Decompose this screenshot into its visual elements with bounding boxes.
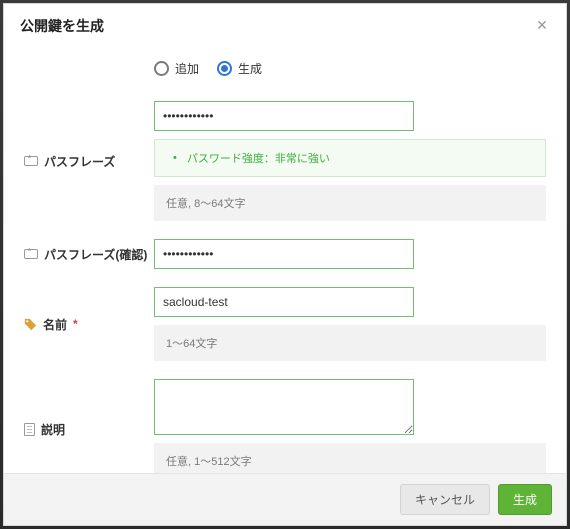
row-passphrase: パスフレーズ パスワード強度：非常に強い 任意, 8〜64文字 <box>4 95 566 227</box>
mode-radio-add[interactable]: 追加 <box>154 60 199 77</box>
password-strength: パスワード強度：非常に強い <box>154 139 546 177</box>
description-input[interactable] <box>154 379 414 435</box>
row-description: 説明 任意, 1〜512文字 <box>4 373 566 473</box>
field-label: 説明 <box>41 421 65 438</box>
key-icon <box>24 249 38 259</box>
dialog-footer: キャンセル 生成 <box>4 473 566 525</box>
row-passphrase-confirm: パスフレーズ(確認) <box>4 233 566 275</box>
hint-description: 任意, 1〜512文字 <box>154 443 546 473</box>
strength-text: パスワード強度：非常に強い <box>187 150 330 166</box>
label-description: 説明 <box>24 421 154 438</box>
key-icon <box>24 156 38 166</box>
radio-icon <box>217 61 232 76</box>
field-label: パスフレーズ <box>44 153 115 170</box>
radio-label: 生成 <box>238 60 262 77</box>
hint-name: 1〜64文字 <box>154 325 546 361</box>
tag-icon <box>24 318 37 331</box>
mode-radio-group: 追加 生成 <box>4 50 566 95</box>
close-icon[interactable]: ✕ <box>534 18 550 34</box>
row-name: 名前 * 1〜64文字 <box>4 281 566 367</box>
dialog-title: 公開鍵を生成 <box>20 16 104 36</box>
generate-public-key-dialog: 公開鍵を生成 ✕ 追加 生成 パスフレーズ <box>3 3 567 526</box>
label-passphrase-confirm: パスフレーズ(確認) <box>24 246 154 263</box>
document-icon <box>24 423 35 436</box>
dialog-body: 追加 生成 パスフレーズ パスワード強度：非常に強い <box>4 46 566 473</box>
radio-label: 追加 <box>175 60 199 77</box>
passphrase-confirm-input[interactable] <box>154 239 414 269</box>
passphrase-input[interactable] <box>154 101 414 131</box>
label-passphrase: パスフレーズ <box>24 153 154 170</box>
label-name: 名前 * <box>24 316 154 333</box>
required-mark: * <box>73 317 78 331</box>
cancel-button[interactable]: キャンセル <box>400 484 490 515</box>
radio-icon <box>154 61 169 76</box>
field-label: 名前 <box>43 316 67 333</box>
hint-passphrase: 任意, 8〜64文字 <box>154 185 546 221</box>
dialog-header: 公開鍵を生成 ✕ <box>4 4 566 46</box>
mode-radio-generate[interactable]: 生成 <box>217 60 262 77</box>
generate-button[interactable]: 生成 <box>498 484 552 515</box>
field-label: パスフレーズ(確認) <box>44 246 147 263</box>
name-input[interactable] <box>154 287 414 317</box>
